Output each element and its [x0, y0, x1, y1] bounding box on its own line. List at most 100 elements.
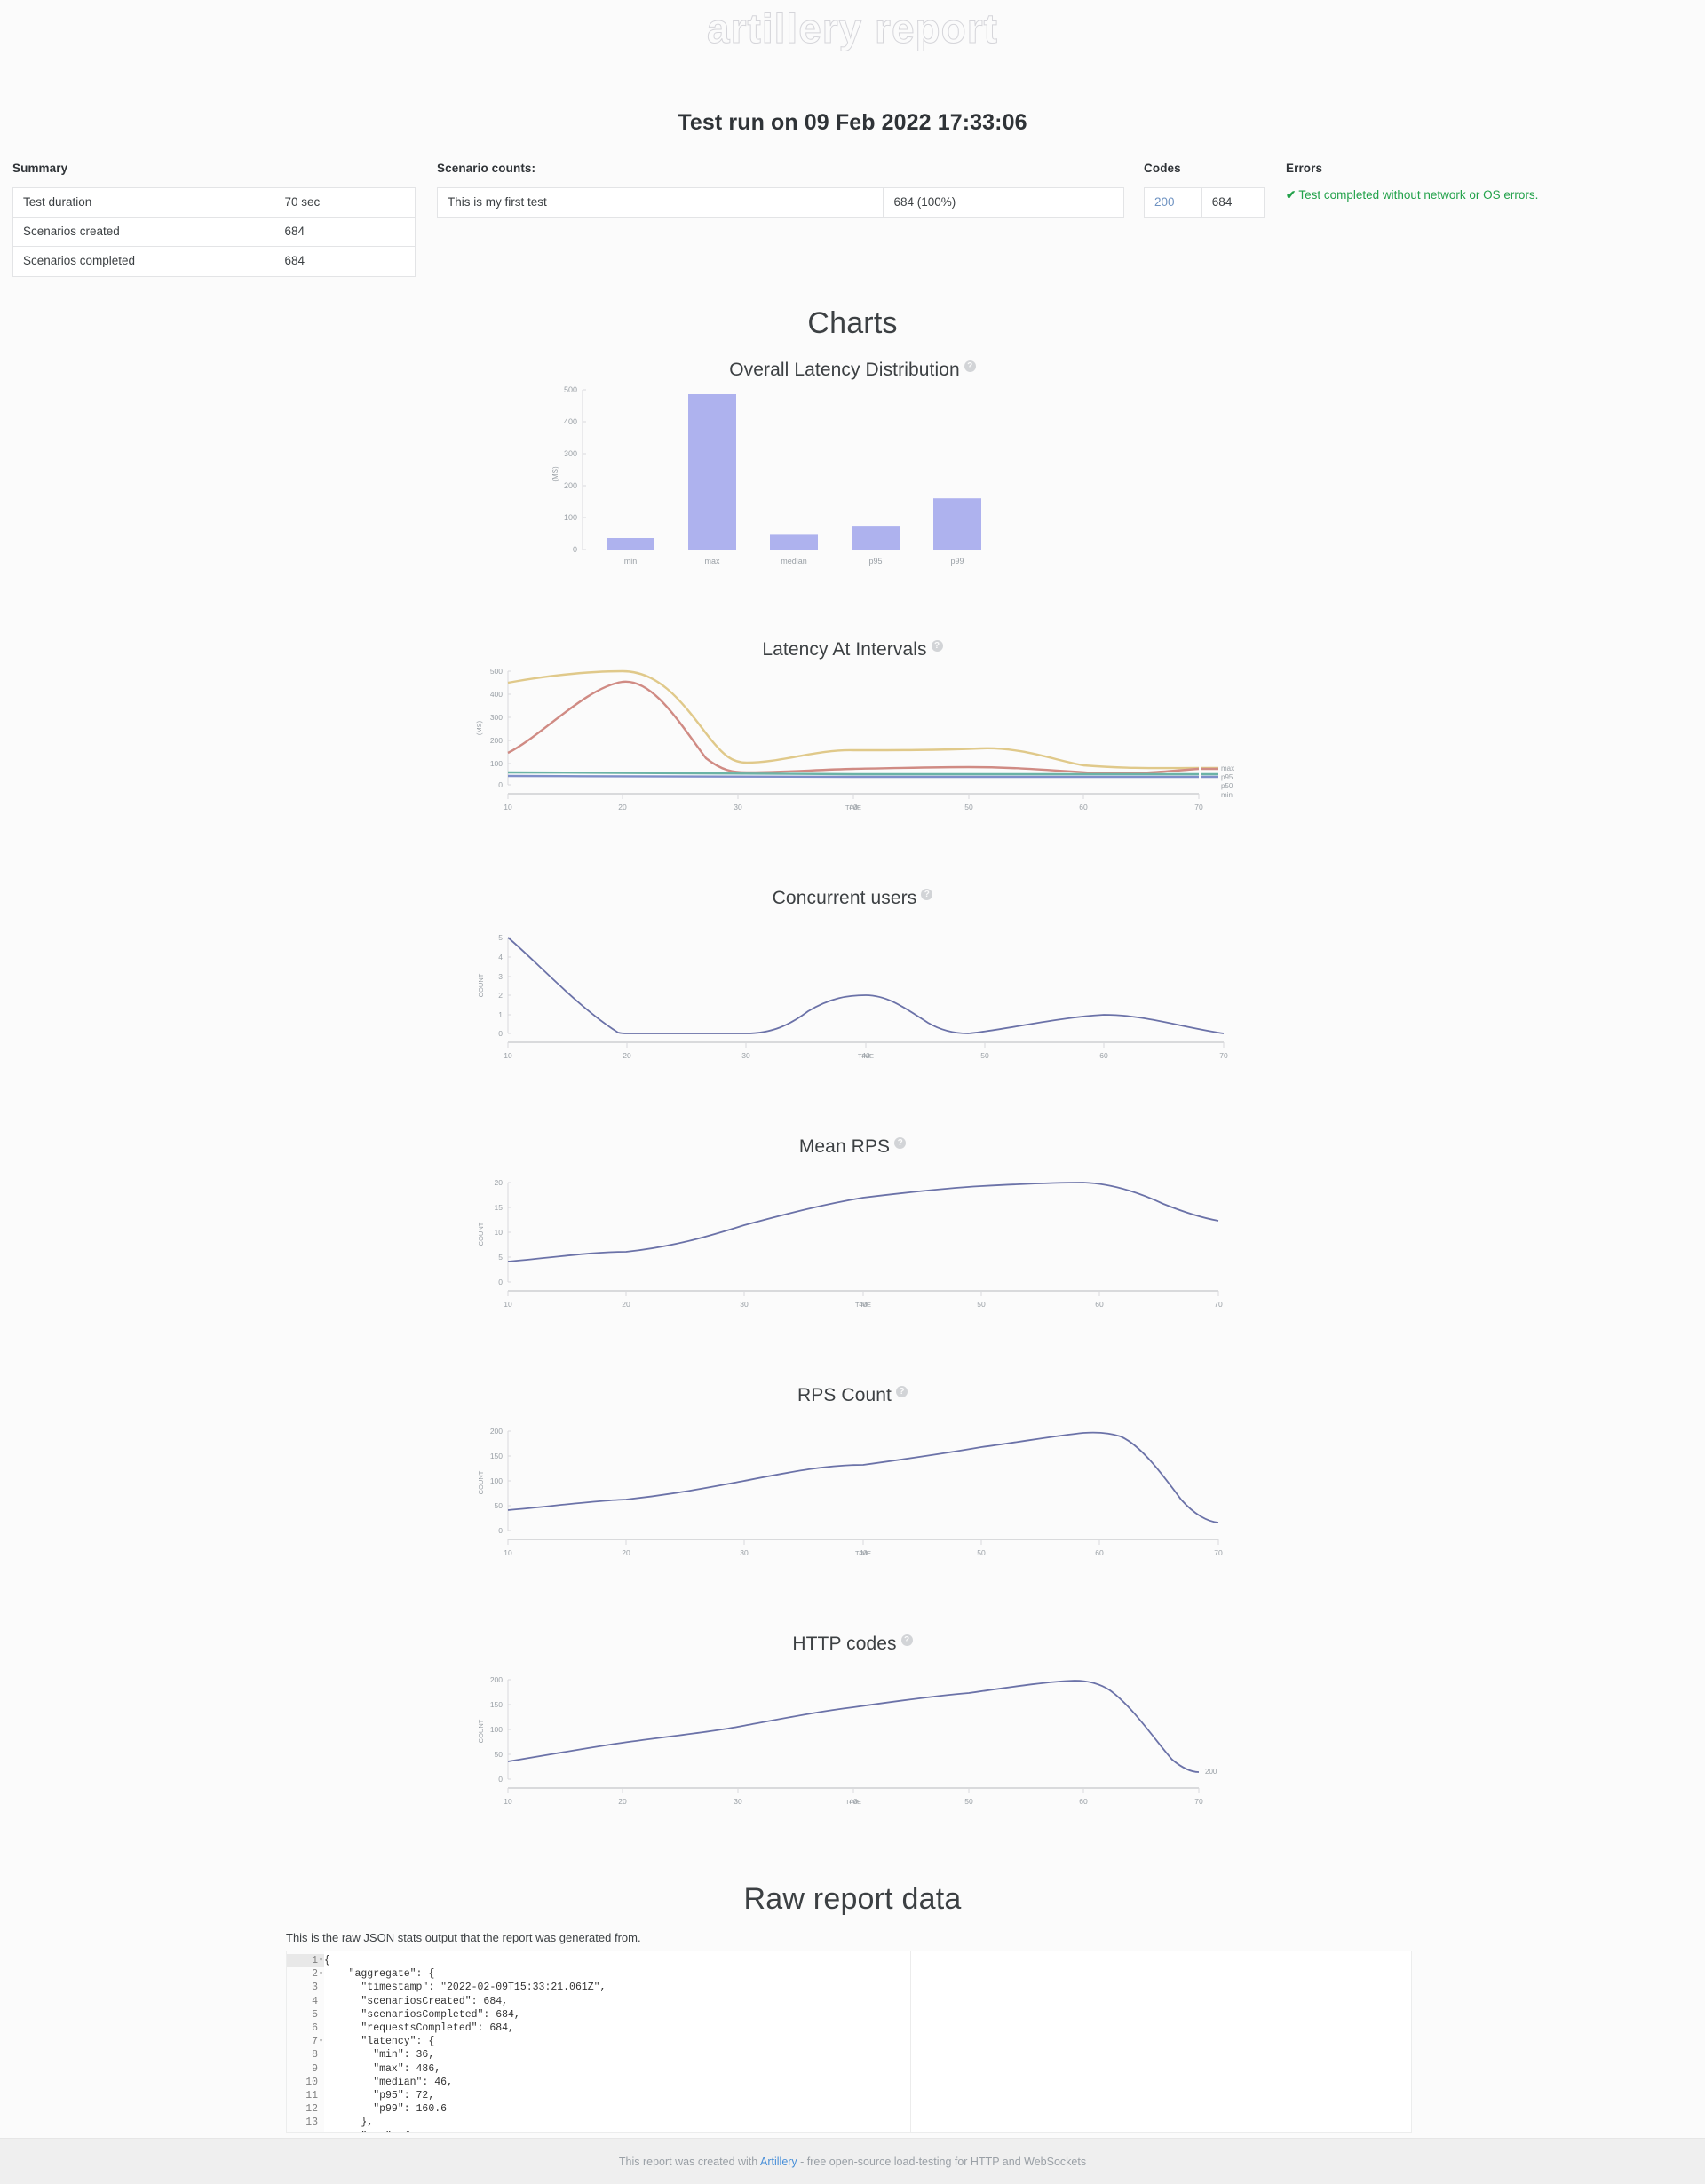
svg-text:60: 60: [1095, 1300, 1104, 1309]
chart-overall-latency-distribution: Overall Latency Distribution? 500 400 30…: [0, 360, 1705, 576]
page-title: Test run on 09 Feb 2022 17:33:06: [678, 110, 1027, 135]
svg-text:50: 50: [964, 803, 973, 811]
y-axis-label: COUNT: [477, 1470, 485, 1494]
help-icon[interactable]: ?: [964, 360, 976, 372]
svg-text:1: 1: [498, 1010, 503, 1019]
chart-title-text: RPS Count: [797, 1385, 892, 1405]
chart-title: HTTP codes?: [0, 1634, 1705, 1655]
svg-text:300: 300: [490, 713, 503, 722]
line-number: 4: [312, 1995, 318, 2007]
json-code-editor[interactable]: 1 ▾ 2 ▾ 3 4 5 6 7 ▾ 8 9 10 11 12 13 14 ▾…: [286, 1951, 1412, 2133]
line-chart-svg: 200 150 100 50 0 COUNT 10 20 30 40 50 60…: [477, 1427, 1223, 1557]
svg-text:2: 2: [498, 991, 503, 1000]
raw-data-heading: Raw report data: [743, 1882, 962, 1916]
svg-text:20: 20: [622, 1548, 630, 1557]
chart-title-text: Latency At Intervals: [762, 639, 927, 660]
chart-latency-at-intervals: Latency At Intervals? 500 400 300 200 10…: [0, 639, 1705, 825]
chart-title: Overall Latency Distribution?: [0, 360, 1705, 381]
fold-arrow-icon[interactable]: ▾: [319, 2035, 323, 2048]
chart-title-text: Overall Latency Distribution: [729, 360, 960, 380]
svg-text:50: 50: [964, 1797, 973, 1806]
table-row: Scenarios completed 684: [12, 246, 416, 277]
fold-arrow-icon[interactable]: ▾: [319, 1967, 323, 1981]
svg-text:20: 20: [622, 1300, 630, 1309]
svg-text:10: 10: [495, 1228, 504, 1237]
y-ticks: 20 15 10 5 0: [495, 1178, 512, 1286]
line-chart-svg: 20 15 10 5 0 COUNT 10 20 30 40 50 60 70 …: [477, 1178, 1223, 1309]
svg-text:70: 70: [1219, 1051, 1228, 1060]
svg-text:p95: p95: [868, 557, 882, 566]
code-content[interactable]: { "aggregate": { "timestamp": "2022-02-0…: [324, 1951, 1411, 2132]
chart-rps-count: RPS Count? 200 150 100 50 0 COUNT 10 20 …: [0, 1385, 1705, 1566]
series-min: [507, 774, 1200, 779]
y-axis-label: (MS): [475, 720, 483, 735]
help-icon[interactable]: ?: [931, 640, 943, 652]
scenario-count: 684 (100%): [883, 186, 1124, 218]
series-users: [507, 937, 1225, 1034]
chart-mean-rps: Mean RPS? 20 15 10 5 0 COUNT 10 20 30 40…: [0, 1136, 1705, 1318]
svg-text:50: 50: [977, 1300, 986, 1309]
svg-text:100: 100: [490, 1476, 503, 1485]
summary-label: Scenarios created: [12, 217, 275, 248]
http-code-count: 684: [1201, 186, 1265, 218]
code-line: "rps": {: [324, 2130, 1411, 2132]
svg-text:max: max: [704, 557, 720, 566]
code-line: "min": 36,: [324, 2049, 435, 2061]
legend-min: min: [1221, 791, 1233, 799]
svg-text:200: 200: [564, 481, 577, 490]
svg-text:200: 200: [490, 1675, 503, 1684]
code-line: "timestamp": "2022-02-09T15:33:21.061Z",: [324, 1982, 607, 1994]
help-icon[interactable]: ?: [895, 1386, 908, 1397]
svg-text:10: 10: [504, 1548, 512, 1557]
y-axis-label: COUNT: [477, 1719, 485, 1743]
svg-text:60: 60: [1079, 803, 1088, 811]
scenario-counts-table: This is my first test 684 (100%): [436, 186, 1124, 218]
summary-value: 684: [274, 217, 416, 248]
line-number: 1 ▾: [287, 1954, 324, 1968]
x-axis-label: TIME: [845, 1798, 861, 1806]
y-axis-label: COUNT: [477, 1222, 485, 1246]
help-icon[interactable]: ?: [921, 889, 933, 900]
check-icon: ✔: [1286, 188, 1297, 202]
charts-section-heading: Charts: [807, 306, 898, 340]
legend-p95: p95: [1221, 773, 1233, 781]
help-icon[interactable]: ?: [900, 1634, 913, 1646]
summary-label: Scenarios completed: [12, 246, 275, 277]
svg-text:20: 20: [618, 1797, 627, 1806]
artillery-link[interactable]: Artillery: [760, 2156, 797, 2168]
table-row: 200 684: [1144, 186, 1265, 218]
series-rps-count: [507, 1431, 1219, 1523]
svg-text:20: 20: [495, 1178, 504, 1187]
scenario-name: This is my first test: [436, 186, 884, 218]
summary-table: Test duration 70 sec Scenarios created 6…: [12, 186, 416, 277]
summary-value: 684: [274, 246, 416, 277]
svg-text:150: 150: [490, 1452, 503, 1460]
svg-text:5: 5: [498, 1253, 503, 1262]
chart-title: Latency At Intervals?: [0, 639, 1705, 661]
svg-text:10: 10: [504, 1300, 512, 1309]
svg-text:30: 30: [740, 1300, 749, 1309]
line-number: 13: [305, 2117, 318, 2129]
svg-text:150: 150: [490, 1700, 503, 1709]
summary-strip: Summary Test duration 70 sec Scenarios c…: [0, 162, 1705, 286]
svg-text:0: 0: [498, 1526, 503, 1535]
code-line: "scenariosCreated": 684,: [324, 1995, 509, 2007]
chart-title: RPS Count?: [0, 1385, 1705, 1406]
line-number: 11: [305, 2090, 318, 2102]
fold-arrow-icon[interactable]: ▾: [319, 2130, 323, 2132]
bar-max: [688, 394, 736, 550]
table-row: Test duration 70 sec: [12, 186, 416, 218]
svg-text:0: 0: [498, 780, 503, 789]
svg-text:30: 30: [734, 803, 742, 811]
help-icon[interactable]: ?: [894, 1137, 907, 1149]
legend-200: 200: [1205, 1768, 1217, 1776]
fold-arrow-icon[interactable]: ▾: [319, 1954, 323, 1967]
line-number: 5: [312, 2008, 318, 2021]
series-200: [507, 1680, 1200, 1773]
y-axis-label: (MS): [551, 466, 559, 482]
chart-legend: max p95 p50 min: [1201, 764, 1234, 799]
chart-concurrent-users: Concurrent users? 5 4 3 2 1 0 COUNT 10 2…: [0, 888, 1705, 1069]
line-number: 6: [312, 2022, 318, 2035]
line-number: 10: [305, 2076, 318, 2088]
svg-text:20: 20: [623, 1051, 631, 1060]
